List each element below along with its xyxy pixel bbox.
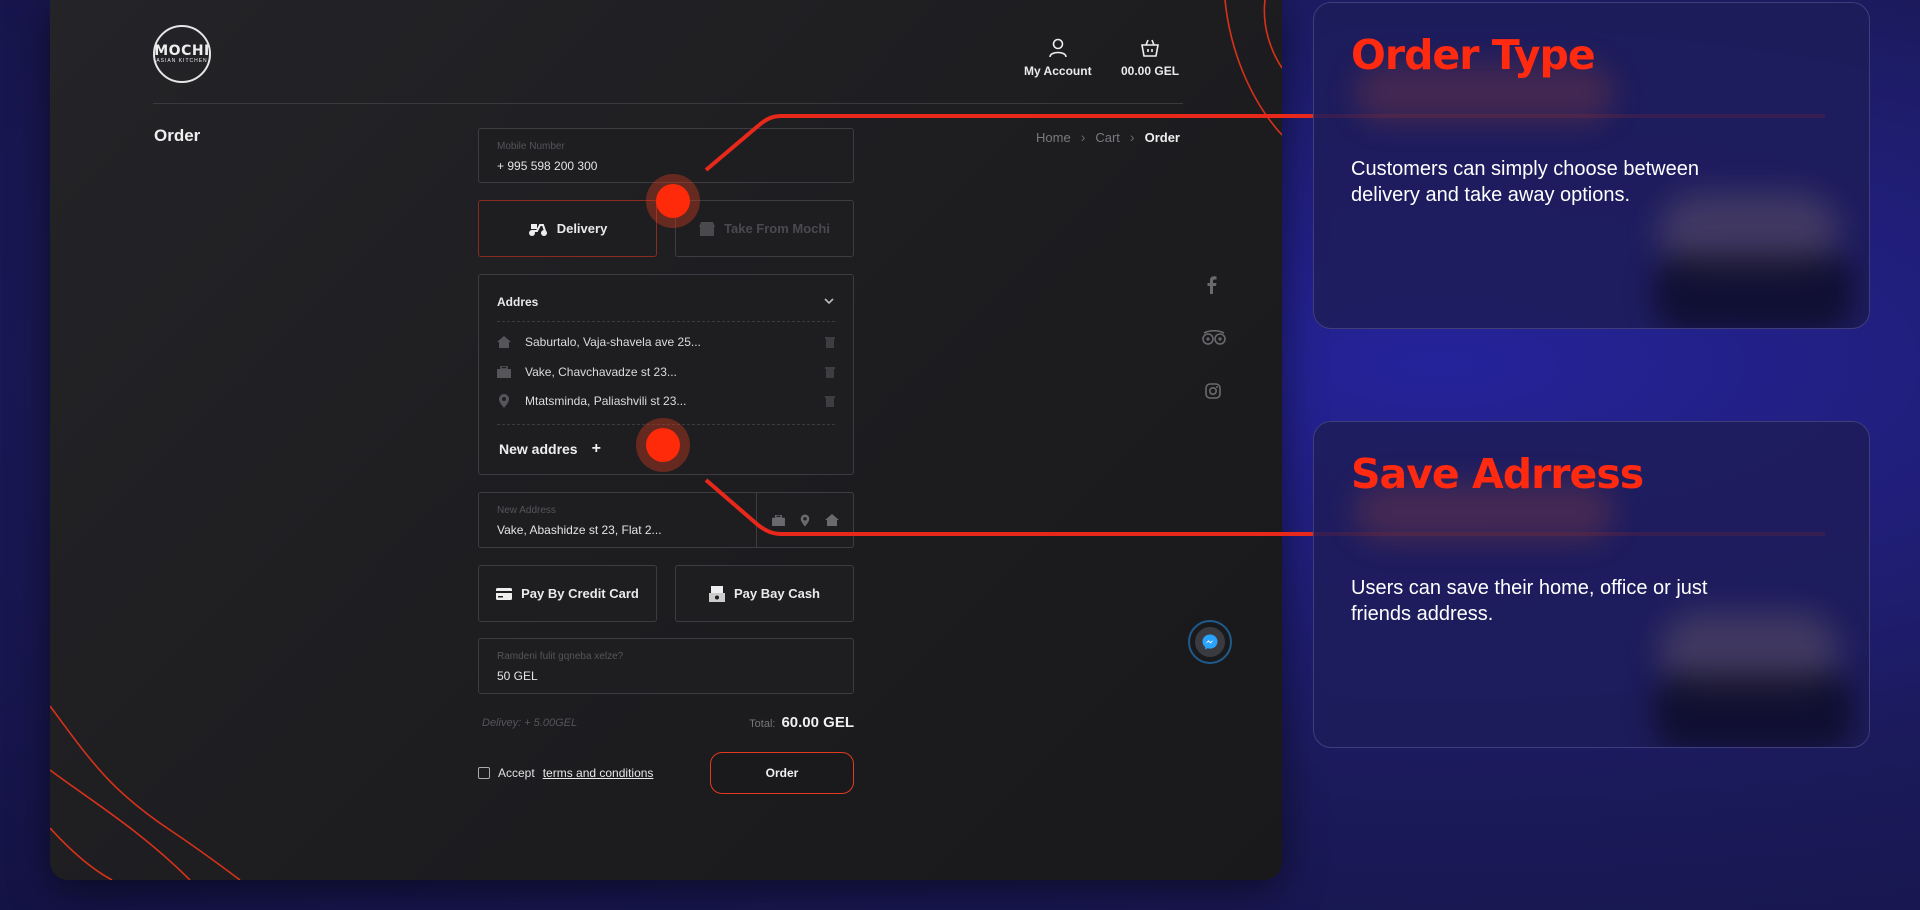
pay-by-cash-button[interactable]: Pay Bay Cash — [675, 565, 854, 622]
delivery-label: Delivery — [556, 221, 608, 236]
location-pin-icon — [499, 394, 509, 408]
accept-terms: Accept terms and conditions — [478, 766, 653, 780]
cart-total: 00.00 GEL — [1121, 64, 1180, 78]
pay-cash-label: Pay Bay Cash — [734, 586, 820, 601]
new-address-field[interactable]: New Address Vake, Abashidze st 23, Flat … — [478, 492, 854, 548]
address-header[interactable]: Addres — [497, 295, 538, 309]
order-button[interactable]: Order — [710, 752, 854, 794]
home-icon — [497, 336, 511, 348]
total-value: 60.00 GEL — [781, 714, 854, 731]
takeaway-label: Take From Mochi — [724, 221, 830, 236]
highlight-marker-core — [646, 428, 680, 462]
accept-prefix: Accept — [498, 766, 535, 780]
panel-title: Save Adrress — [1351, 450, 1644, 498]
new-address-value[interactable]: Vake, Abashidze st 23, Flat 2... — [497, 523, 662, 537]
new-address-field-label: New Address — [497, 505, 556, 516]
store-icon — [699, 221, 716, 236]
logo-text: MOCHI — [154, 43, 210, 59]
trash-icon[interactable] — [825, 366, 835, 378]
address-text: Saburtalo, Vaja-shavela ave 25... — [525, 335, 701, 349]
messenger-icon — [1202, 634, 1218, 650]
panel-text: Customers can simply choose between deli… — [1351, 158, 1699, 206]
mochi-logo[interactable]: MOCHI ASIAN KITCHEN — [153, 25, 211, 83]
cart-button[interactable]: 00.00 GEL — [1121, 38, 1179, 78]
info-panel-order-type: Order Type Customers can simply choose b… — [1313, 2, 1870, 329]
credit-card-icon — [496, 587, 513, 600]
page-title: Order — [154, 126, 201, 145]
briefcase-icon[interactable] — [771, 514, 785, 526]
order-total: Total: 60.00 GEL — [749, 714, 854, 731]
terms-checkbox[interactable] — [478, 767, 490, 779]
total-label: Total: — [749, 718, 776, 730]
blurred-image — [1654, 253, 1854, 328]
chevron-right-icon: › — [1080, 129, 1086, 145]
logo-subtext: ASIAN KITCHEN — [156, 58, 208, 64]
takeaway-option-button[interactable]: Take From Mochi — [675, 200, 854, 257]
location-pin-icon[interactable] — [799, 514, 811, 527]
address-text: Mtatsminda, Paliashvili st 23... — [525, 394, 687, 408]
blurred-image — [1654, 672, 1854, 747]
saved-address-item[interactable]: Saburtalo, Vaja-shavela ave 25... — [497, 333, 835, 351]
scooter-icon — [528, 223, 547, 236]
breadcrumb-current: Order — [1144, 129, 1180, 145]
plus-icon: + — [591, 440, 601, 457]
breadcrumb-home[interactable]: Home — [1036, 130, 1071, 145]
change-amount-label: Ramdeni fulit gqneba xelze? — [497, 651, 624, 662]
my-account-label: My Account — [1024, 64, 1092, 78]
trash-icon[interactable] — [825, 395, 835, 407]
divider — [497, 321, 835, 322]
change-amount-field[interactable]: Ramdeni fulit gqneba xelze? 50 GEL — [478, 638, 854, 694]
highlight-marker-core — [656, 184, 690, 218]
new-address-label: New addres — [499, 441, 578, 457]
address-text: Vake, Chavchavadze st 23... — [525, 365, 677, 379]
panel-title: Order Type — [1351, 31, 1596, 79]
mobile-number-value[interactable]: + 995 598 200 300 — [497, 159, 597, 173]
my-account-button[interactable]: My Account — [1024, 38, 1092, 78]
chevron-down-icon[interactable] — [823, 295, 835, 307]
highlight-marker — [636, 418, 690, 472]
header-divider — [153, 103, 1183, 104]
messenger-bubble — [1195, 627, 1225, 657]
cash-icon — [709, 585, 725, 602]
tripadvisor-icon[interactable] — [1202, 330, 1226, 346]
saved-address-item[interactable]: Mtatsminda, Paliashvili st 23... — [497, 392, 835, 410]
breadcrumb-cart[interactable]: Cart — [1095, 130, 1120, 145]
briefcase-icon — [497, 366, 511, 378]
chevron-right-icon: › — [1129, 129, 1135, 145]
messenger-chat-button[interactable] — [1188, 620, 1232, 664]
change-amount-value[interactable]: 50 GEL — [497, 669, 538, 683]
new-address-button[interactable]: New addres + — [499, 440, 601, 458]
user-icon — [1048, 38, 1067, 58]
panel-text: Users can save their home, office or jus… — [1351, 577, 1708, 625]
pay-card-label: Pay By Credit Card — [521, 586, 639, 601]
address-type-selector — [756, 493, 853, 547]
breadcrumb: Home › Cart › Order — [1036, 129, 1180, 145]
terms-link[interactable]: terms and conditions — [543, 766, 654, 780]
highlight-marker — [646, 174, 700, 228]
mobile-number-label: Mobile Number — [497, 141, 565, 152]
info-panel-save-address: Save Adrress Users can save their home, … — [1313, 421, 1870, 748]
saved-address-item[interactable]: Vake, Chavchavadze st 23... — [497, 363, 835, 381]
instagram-icon[interactable] — [1205, 383, 1221, 399]
delivery-option-button[interactable]: Delivery — [478, 200, 657, 257]
delivery-fee: Delivey: + 5.00GEL — [482, 717, 578, 729]
basket-icon — [1141, 39, 1159, 57]
facebook-icon[interactable] — [1207, 276, 1217, 294]
trash-icon[interactable] — [825, 336, 835, 348]
pay-by-card-button[interactable]: Pay By Credit Card — [478, 565, 657, 622]
home-icon[interactable] — [824, 514, 839, 526]
